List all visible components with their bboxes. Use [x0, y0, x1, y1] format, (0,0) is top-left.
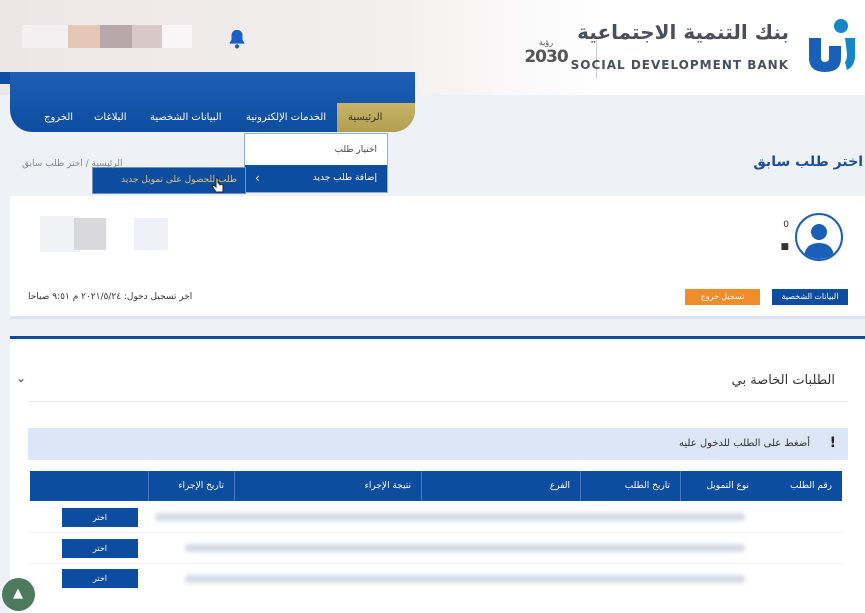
chevron-up-icon: ▲ [13, 586, 23, 601]
blurred-user-info [100, 25, 132, 48]
panel-divider [28, 401, 848, 402]
nav-item-e-services[interactable]: الخدمات الإلكترونية [246, 112, 326, 123]
nav-item-personal-data[interactable]: البيانات الشخصية [150, 112, 222, 123]
blurred-profile-info [134, 218, 168, 250]
vision-label: رؤية [538, 38, 554, 47]
nav-item-logout[interactable]: الخروج [44, 112, 73, 123]
column-request-date: تاريخ الطلب [580, 471, 680, 501]
chevron-down-icon[interactable]: ⌄ [16, 371, 26, 385]
exclamation-icon: ! [829, 435, 836, 451]
column-branch: الفرع [421, 471, 580, 501]
blurred-cell [155, 513, 745, 521]
phone-icon: ■ [780, 242, 789, 252]
blurred-user-info [68, 25, 100, 48]
bank-name-arabic: بنك التنمية الاجتماعية [577, 20, 789, 44]
info-alert: ! أضغط على الطلب للدخول عليه [28, 428, 848, 460]
e-services-dropdown: اختيار طلب إضافة طلب جديد ‹ [244, 133, 388, 193]
vision-year: 2030 [524, 47, 568, 67]
info-dot-icon: 0 [783, 220, 789, 230]
select-request-button[interactable]: اختر [62, 569, 138, 588]
nav-item-reports[interactable]: البلاغات [94, 112, 127, 123]
alert-text: أضغط على الطلب للدخول عليه [679, 438, 810, 449]
blurred-user-info [162, 25, 192, 48]
dropdown-item-new-request-label: إضافة طلب جديد [312, 173, 377, 183]
row-separator [30, 563, 842, 564]
column-request-number: رقم الطلب [790, 481, 832, 491]
nav-item-home[interactable]: الرئيسية [348, 112, 382, 123]
chevron-left-icon: ‹ [255, 171, 260, 185]
dropdown-item-new-request[interactable]: إضافة طلب جديد ‹ [245, 165, 387, 192]
last-login-info: اخر تسجيل دخول: ٢٠٢١/٥/٢٤ م ٩:٥١ صباحا [28, 292, 193, 302]
bank-name-english: SOCIAL DEVELOPMENT BANK [570, 58, 789, 72]
blurred-cell [185, 575, 745, 583]
profile-card: 0 ■ اخر تسجيل دخول: ٢٠٢١/٥/٢٤ م ٩:٥١ صبا… [10, 196, 865, 319]
user-icon [804, 224, 834, 259]
dropdown-item-select-request[interactable]: اختيار طلب [335, 145, 377, 155]
mouse-cursor-icon [211, 177, 224, 193]
column-action-result: نتيجة الإجراء [234, 471, 421, 501]
blurred-cell [185, 544, 745, 552]
column-financing-type: نوع التمويل [680, 471, 759, 501]
vision-2030-logo: رؤية 2030 [519, 38, 573, 82]
requests-table-header: رقم الطلب نوع التمويل تاريخ الطلب الفرع … [30, 471, 842, 501]
bell-icon[interactable] [226, 28, 248, 50]
bank-logo[interactable]: رؤية 2030 بنك التنمية الاجتماعية SOCIAL … [524, 12, 857, 87]
select-request-button[interactable]: اختر [62, 508, 138, 527]
my-requests-title: الطلبات الخاصة بي [731, 373, 835, 388]
breadcrumb[interactable]: الرئيسية / اختر طلب سابق [22, 159, 123, 169]
user-avatar[interactable] [795, 213, 843, 261]
row-separator [30, 532, 842, 533]
blurred-user-info [132, 25, 162, 48]
page-title: اختر طلب سابق [753, 154, 863, 170]
bank-logo-mark [809, 19, 855, 72]
column-action-date: تاريخ الإجراء [148, 471, 234, 501]
scroll-to-top-button[interactable]: ▲ [2, 578, 35, 611]
blurred-profile-info [74, 218, 106, 250]
select-request-button[interactable]: اختر [62, 539, 138, 558]
logout-button[interactable]: تسجيل خروج [685, 289, 760, 305]
personal-data-button[interactable]: البيانات الشخصية [772, 289, 848, 305]
blurred-user-info [22, 25, 68, 48]
